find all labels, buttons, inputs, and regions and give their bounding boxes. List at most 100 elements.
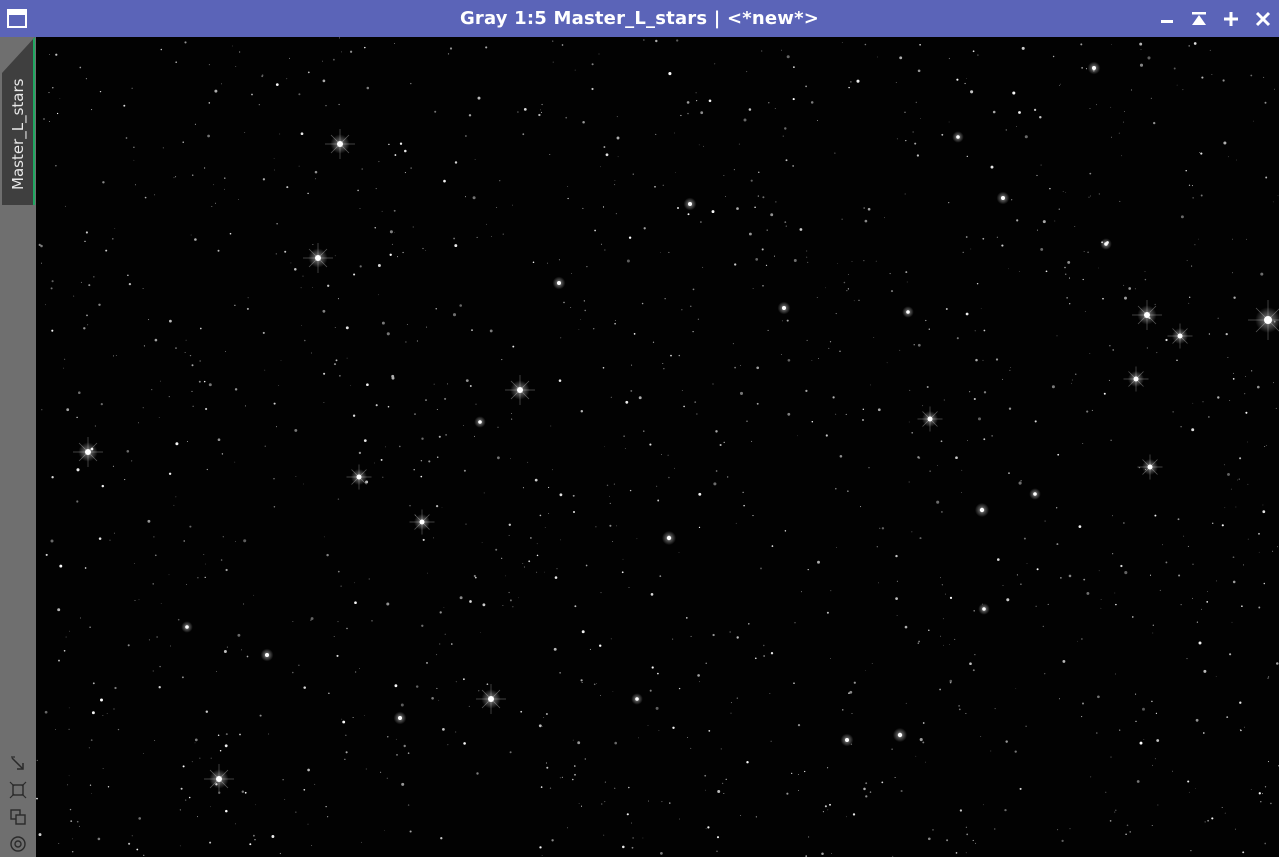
minimize-button[interactable] [1156, 8, 1178, 30]
faint-star [996, 236, 998, 238]
faint-star [112, 355, 114, 357]
faint-star [436, 408, 438, 410]
faint-star [1058, 208, 1060, 210]
faint-star [941, 133, 944, 136]
faint-star [758, 171, 760, 173]
faint-star [215, 202, 216, 204]
faint-star [471, 329, 473, 331]
faint-star [703, 145, 704, 147]
faint-star [1018, 111, 1021, 114]
faint-star [804, 770, 806, 773]
view-tab[interactable]: Master_L_stars [2, 37, 35, 205]
clone-view-icon[interactable] [9, 808, 27, 826]
faint-star [175, 442, 179, 446]
faint-star [1194, 244, 1196, 246]
faint-star [786, 319, 789, 322]
close-button[interactable] [1252, 8, 1274, 30]
faint-star [560, 337, 562, 339]
faint-star [1243, 564, 1245, 566]
faint-star [610, 638, 612, 640]
faint-star [310, 352, 312, 354]
faint-star [1115, 673, 1116, 675]
faint-star [282, 779, 284, 781]
faint-star [344, 758, 346, 760]
faint-star [194, 742, 196, 744]
faint-star [867, 207, 871, 211]
faint-star [628, 786, 630, 789]
faint-star [88, 747, 90, 749]
faint-star [1052, 55, 1055, 58]
faint-star [1036, 568, 1039, 571]
faint-star [700, 221, 702, 223]
faint-star [76, 500, 79, 503]
faint-star [354, 582, 356, 584]
faint-star [1192, 402, 1194, 404]
faint-star [274, 169, 275, 171]
image-viewport[interactable] [36, 37, 1279, 857]
faint-star [603, 834, 605, 836]
faint-star [422, 538, 425, 541]
zoom-to-fit-icon[interactable] [9, 781, 27, 799]
faint-star [177, 618, 180, 621]
faint-star [896, 615, 898, 617]
faint-star [631, 364, 633, 366]
faint-star [1077, 640, 1078, 642]
faint-star [694, 401, 697, 403]
target-icon[interactable] [9, 835, 27, 853]
faint-star [76, 416, 78, 419]
faint-star [244, 131, 246, 133]
faint-star [472, 196, 476, 200]
faint-star [712, 633, 715, 637]
faint-star [1078, 525, 1082, 528]
faint-star [300, 132, 304, 136]
maximize-button[interactable] [1220, 8, 1242, 30]
faint-star [1151, 700, 1153, 703]
faint-star [770, 652, 774, 655]
faint-star [1114, 592, 1116, 594]
faint-star [631, 822, 632, 824]
faint-star [868, 466, 870, 469]
faint-star [976, 282, 979, 285]
title-bar[interactable]: Gray 1:5 Master_L_stars | <*new*> [0, 0, 1279, 37]
faint-star [327, 284, 330, 287]
shade-button[interactable] [1188, 8, 1210, 30]
faint-star [761, 248, 764, 251]
faint-star [792, 98, 795, 101]
faint-star [654, 186, 656, 188]
faint-star [406, 324, 408, 325]
faint-star [713, 482, 717, 486]
faint-star [1087, 251, 1089, 254]
faint-star [773, 255, 775, 257]
faint-star [574, 605, 577, 608]
faint-star [954, 638, 956, 640]
faint-star [941, 584, 943, 586]
faint-star [1023, 537, 1026, 540]
faint-star [669, 802, 671, 804]
faint-star [695, 92, 697, 94]
faint-star [221, 453, 224, 455]
faint-star [551, 839, 554, 842]
faint-star [825, 434, 828, 437]
faint-star [262, 178, 266, 181]
faint-star [1034, 420, 1037, 423]
faint-star [676, 39, 679, 42]
faint-star [79, 66, 82, 69]
faint-star [667, 454, 669, 456]
faint-star [806, 256, 808, 258]
faint-star [983, 329, 986, 332]
faint-star [655, 706, 659, 710]
faint-star [36, 759, 38, 761]
fit-view-icon[interactable] [9, 755, 27, 773]
faint-star [386, 777, 388, 779]
faint-star [660, 252, 661, 253]
faint-star [681, 309, 683, 311]
faint-star [399, 445, 401, 448]
faint-star [447, 53, 450, 55]
faint-star [238, 199, 239, 200]
faint-star [977, 417, 982, 421]
faint-star [919, 537, 922, 540]
faint-star [879, 527, 881, 529]
faint-star [486, 223, 487, 225]
faint-star [1154, 303, 1156, 305]
faint-star [582, 207, 584, 209]
